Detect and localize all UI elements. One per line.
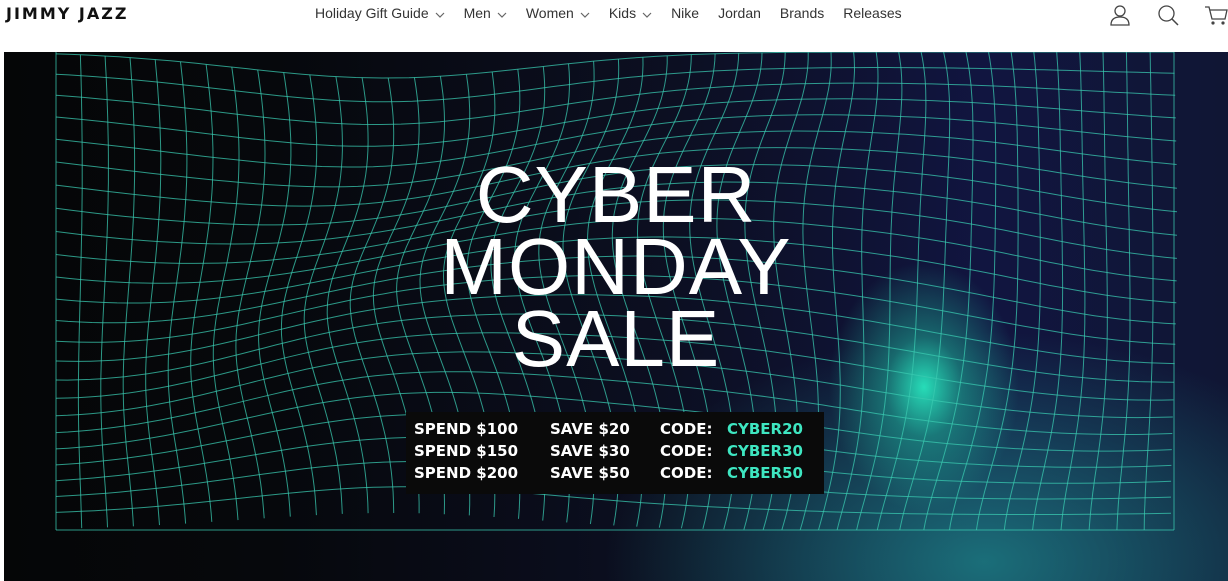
site-header: JIMMY JAZZ Holiday Gift Guide Men Women … <box>0 0 1228 52</box>
nav-item-kids[interactable]: Kids <box>609 5 652 21</box>
search-icon[interactable] <box>1156 3 1180 27</box>
header-icons <box>1084 3 1228 27</box>
nav-item-nike[interactable]: Nike <box>671 5 699 21</box>
promo-code: CYBER20 <box>727 420 803 438</box>
main-nav: Holiday Gift Guide Men Women Kids Nike J… <box>315 5 921 21</box>
promo-code: CYBER50 <box>727 464 803 482</box>
promo-spend: SPEND $100 <box>414 420 519 438</box>
chevron-down-icon <box>435 5 445 21</box>
nav-item-label: Holiday Gift Guide <box>315 5 429 21</box>
promo-row: SPEND $150 SAVE $30 CODE: CYBER30 <box>406 440 824 462</box>
cart-icon[interactable] <box>1204 3 1228 27</box>
promo-codes-box: SPEND $100 SAVE $20 CODE: CYBER20 SPEND … <box>406 412 824 494</box>
promo-spend: SPEND $150 <box>414 442 519 460</box>
user-icon[interactable] <box>1108 3 1132 27</box>
promo-save: SAVE $20 <box>550 420 630 438</box>
hero-title-line: CYBER <box>475 150 757 239</box>
nav-item-women[interactable]: Women <box>526 5 590 21</box>
promo-save: SAVE $30 <box>550 442 630 460</box>
nav-item-brands[interactable]: Brands <box>780 5 824 21</box>
nav-item-label: Brands <box>779 5 825 21</box>
grid-line <box>55 98 1176 147</box>
chevron-down-icon <box>642 5 652 21</box>
hero-title-line: MONDAY <box>440 222 792 311</box>
hero-banner[interactable]: CYBER MONDAY SALE SPEND $100 SAVE $20 CO… <box>4 52 1228 581</box>
nav-item-label: Nike <box>671 5 700 21</box>
nav-item-releases[interactable]: Releases <box>843 5 901 21</box>
promo-save: SAVE $50 <box>550 464 630 482</box>
nav-item-label: Men <box>463 5 491 21</box>
chevron-down-icon <box>580 5 590 21</box>
promo-row: SPEND $200 SAVE $50 CODE: CYBER50 <box>406 462 824 484</box>
nav-item-label: Jordan <box>718 5 761 21</box>
nav-item-jordan[interactable]: Jordan <box>718 5 761 21</box>
promo-code-label: CODE: <box>660 442 713 460</box>
nav-item-label: Releases <box>843 5 902 21</box>
grid-line <box>55 52 1174 79</box>
site-logo[interactable]: JIMMY JAZZ <box>6 4 128 23</box>
promo-code-label: CODE: <box>660 420 713 438</box>
hero-title-line: SALE <box>511 294 721 383</box>
nav-item-label: Women <box>525 5 574 21</box>
promo-spend: SPEND $200 <box>414 464 519 482</box>
promo-row: SPEND $100 SAVE $20 CODE: CYBER20 <box>406 418 824 440</box>
chevron-down-icon <box>497 5 507 21</box>
nav-item-label: Kids <box>608 5 637 21</box>
nav-item-holiday-gift-guide[interactable]: Holiday Gift Guide <box>315 5 445 21</box>
nav-item-men[interactable]: Men <box>464 5 507 21</box>
promo-code-label: CODE: <box>660 464 713 482</box>
promo-code: CYBER30 <box>727 442 803 460</box>
grid-line <box>55 67 1175 103</box>
